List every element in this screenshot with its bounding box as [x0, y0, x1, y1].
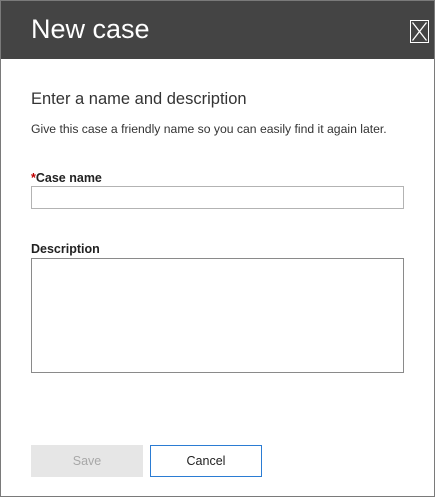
dialog-header: New case [1, 1, 434, 59]
section-description: Give this case a friendly name so you ca… [31, 122, 387, 136]
close-button[interactable] [410, 20, 429, 43]
close-x-icon [411, 21, 428, 42]
description-textarea[interactable] [31, 258, 404, 373]
section-title: Enter a name and description [31, 90, 247, 108]
case-name-input[interactable] [31, 186, 404, 209]
case-name-label: *Case name [31, 170, 102, 186]
case-name-label-text: Case name [35, 171, 102, 185]
description-label: Description [31, 242, 100, 256]
dialog-title: New case [31, 14, 150, 44]
save-button[interactable]: Save [31, 445, 143, 477]
cancel-button[interactable]: Cancel [150, 445, 262, 477]
new-case-dialog: New case Enter a name and description Gi… [0, 0, 435, 497]
